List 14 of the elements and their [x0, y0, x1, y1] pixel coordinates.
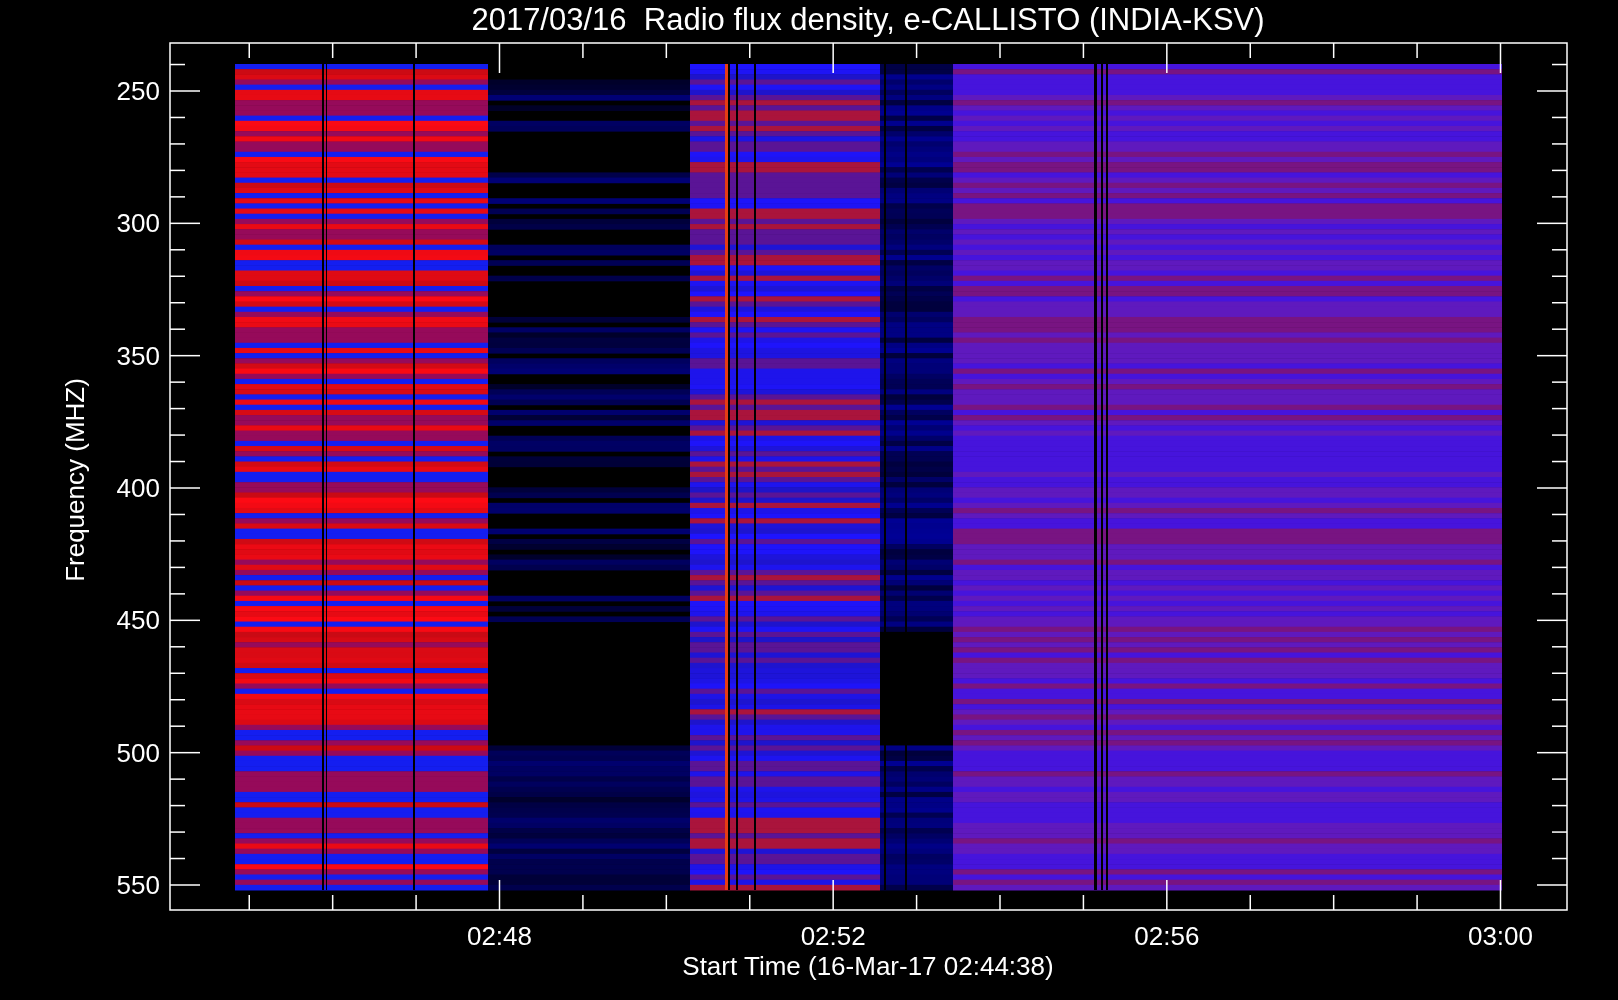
x-tick-label: 02:52 [800, 921, 866, 951]
y-tick-label: 350 [116, 340, 160, 371]
x-tick-label: 03:00 [1467, 921, 1534, 951]
chart-title: 2017/03/16 Radio flux density, e-CALLISTO (INDIA-KSV) [471, 2, 1265, 37]
y-tick-label: 500 [116, 737, 160, 768]
y-axis-label: Frequency (MHZ) [60, 378, 90, 582]
y-tick-label: 250 [116, 76, 160, 106]
y-tick-label: 400 [116, 473, 160, 503]
x-tick-label: 02:48 [466, 921, 533, 951]
y-tick-label: 300 [116, 208, 160, 239]
y-tick-label: 450 [116, 605, 160, 636]
x-tick-label: 02:56 [1134, 921, 1200, 951]
x-axis-label: Start Time (16-Mar-17 02:44:38) [682, 951, 1054, 981]
y-tick-label: 550 [116, 870, 160, 900]
